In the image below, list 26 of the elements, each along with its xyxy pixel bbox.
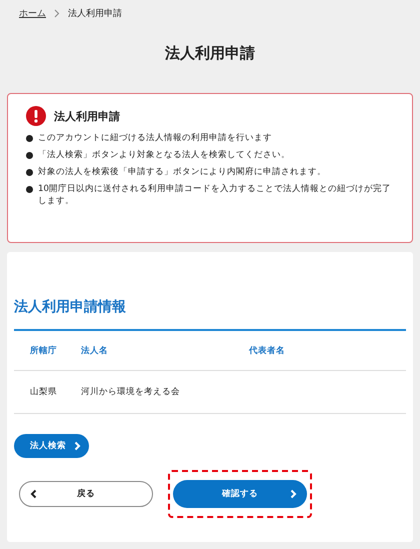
- chevron-icon: [54, 8, 60, 18]
- chevron-right-icon: [74, 441, 81, 451]
- bullet-icon: [26, 152, 33, 158]
- back-button[interactable]: 戻る: [19, 481, 153, 507]
- notice-text: 10開庁日以内に送付される利用申請コードを入力することで法人情報との紐づけが完了します。: [38, 183, 392, 207]
- chevron-left-icon: [30, 489, 37, 499]
- column-header: 代表者名: [248, 331, 406, 370]
- page-title: 法人利用申請: [164, 44, 256, 64]
- breadcrumb-current: 法人利用申請: [68, 8, 122, 20]
- breadcrumb-link[interactable]: ホーム: [19, 6, 46, 20]
- column-header: 所轄庁: [14, 331, 80, 370]
- notice-text: このアカウントに紐づける法人情報の利用申請を行います: [38, 132, 272, 144]
- bullet-icon: [26, 168, 33, 176]
- notice-text: 対象の法人を検索後「申請する」ボタンにより内閣府に申請されます。: [38, 166, 326, 178]
- column-header: 法人名: [80, 331, 248, 370]
- exclamation-icon: [26, 106, 46, 126]
- table-cell: 山梨県: [30, 387, 57, 397]
- table-cell: 河川から環境を考える会: [81, 387, 180, 397]
- confirm-button[interactable]: 確認する: [173, 480, 307, 508]
- bullet-icon: [26, 134, 33, 142]
- search-button[interactable]: 法人検索: [14, 434, 89, 458]
- section-title: 法人利用申請情報: [14, 298, 406, 331]
- bullet-icon: [26, 186, 33, 192]
- chevron-right-icon: [290, 489, 297, 499]
- notice-text: 「法人検索」ボタンより対象となる法人を検索してください。: [38, 149, 290, 161]
- notice-title: 法人利用申請: [54, 108, 120, 124]
